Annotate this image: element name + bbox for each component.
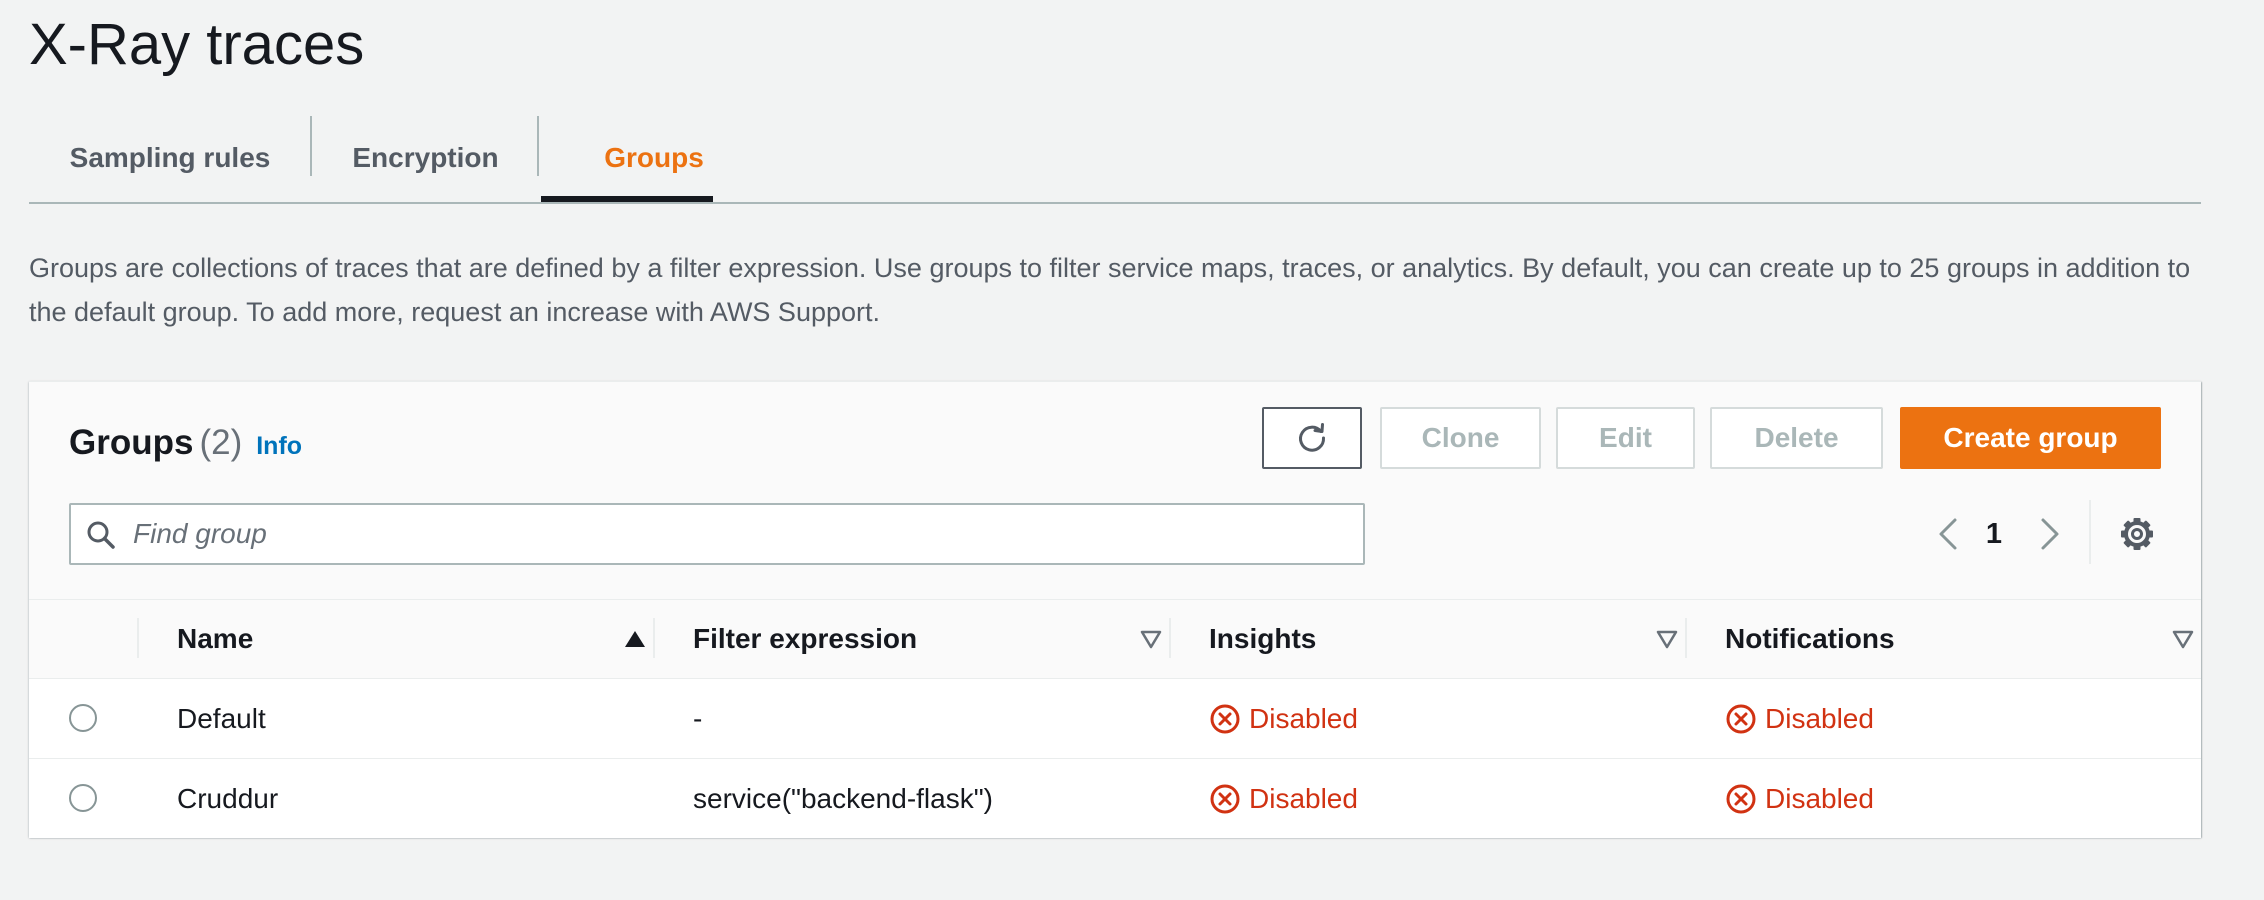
row-select-radio[interactable]: [69, 784, 97, 812]
active-tab-indicator: [541, 196, 713, 202]
clone-button[interactable]: Clone: [1380, 407, 1541, 469]
column-divider: [653, 618, 655, 658]
sort-icon[interactable]: [1655, 627, 1679, 651]
delete-button[interactable]: Delete: [1710, 407, 1883, 469]
column-header-insights[interactable]: Insights: [1209, 600, 1316, 678]
tab-groups[interactable]: Groups: [541, 114, 767, 202]
create-group-button[interactable]: Create group: [1900, 407, 2161, 469]
search-input[interactable]: [133, 505, 1353, 563]
filter-expression-cell: service("backend-flask"): [693, 783, 993, 814]
chevron-right-icon[interactable]: [2029, 512, 2069, 556]
groups-table-header: Groups (2) Info Clone Edit Delete Create g…: [29, 382, 2201, 600]
chevron-left-icon[interactable]: [1929, 512, 1969, 556]
column-header-filter-expression[interactable]: Filter expression: [693, 600, 917, 678]
column-divider: [1169, 618, 1171, 658]
tab-encryption[interactable]: Encryption: [312, 114, 539, 202]
search-field: [69, 503, 1365, 565]
table-row[interactable]: Cruddur service("backend-flask") Disable…: [29, 759, 2201, 838]
column-divider: [137, 618, 139, 658]
group-name-cell: Default: [177, 703, 266, 734]
sort-ascending-icon[interactable]: [623, 627, 647, 651]
search-icon: [87, 521, 115, 549]
error-circle-icon: [1726, 784, 1756, 813]
groups-heading-title: Groups: [69, 423, 194, 462]
info-link[interactable]: Info: [256, 432, 302, 460]
page-title: X-Ray traces: [29, 12, 365, 77]
groups-description: Groups are collections of traces that ar…: [29, 253, 2191, 327]
notifications-status-label: Disabled: [1765, 783, 1874, 814]
group-name-cell: Cruddur: [177, 783, 279, 814]
error-circle-icon: [1210, 704, 1240, 733]
tab-sampling-rules[interactable]: Sampling rules: [29, 114, 311, 202]
edit-button[interactable]: Edit: [1556, 407, 1695, 469]
column-header-notifications[interactable]: Notifications: [1725, 600, 1895, 678]
groups-table-container: Groups (2) Info Clone Edit Delete Create g…: [29, 381, 2201, 838]
notifications-status: Disabled: [1725, 759, 1874, 838]
groups-count: (2): [199, 423, 243, 462]
tab-bar: Sampling rules Encryption Groups: [29, 114, 2201, 204]
refresh-button[interactable]: [1262, 407, 1362, 469]
pagination-page-1[interactable]: 1: [1979, 512, 2009, 556]
gear-icon[interactable]: [2115, 512, 2159, 556]
insights-status-label: Disabled: [1249, 703, 1358, 734]
error-circle-icon: [1726, 704, 1756, 733]
refresh-icon: [1299, 423, 1326, 452]
table-row[interactable]: Default - Disabled Disabled: [29, 679, 2201, 759]
filter-expression-cell: -: [693, 703, 703, 734]
notifications-status: Disabled: [1725, 679, 1874, 758]
column-divider: [1685, 618, 1687, 658]
notifications-status-label: Disabled: [1765, 703, 1874, 734]
column-header-name[interactable]: Name: [177, 600, 253, 678]
sort-icon[interactable]: [1139, 627, 1163, 651]
sort-icon[interactable]: [2171, 627, 2195, 651]
pagination-divider: [2089, 500, 2091, 564]
table-header-row: Name Filter expression Insights Notifica…: [29, 600, 2201, 679]
insights-status-label: Disabled: [1249, 783, 1358, 814]
row-select-radio[interactable]: [69, 704, 97, 732]
insights-status: Disabled: [1209, 679, 1358, 758]
insights-status: Disabled: [1209, 759, 1358, 838]
groups-heading: Groups (2) Info: [69, 421, 302, 468]
tab-divider: [537, 116, 539, 176]
error-circle-icon: [1210, 784, 1240, 813]
